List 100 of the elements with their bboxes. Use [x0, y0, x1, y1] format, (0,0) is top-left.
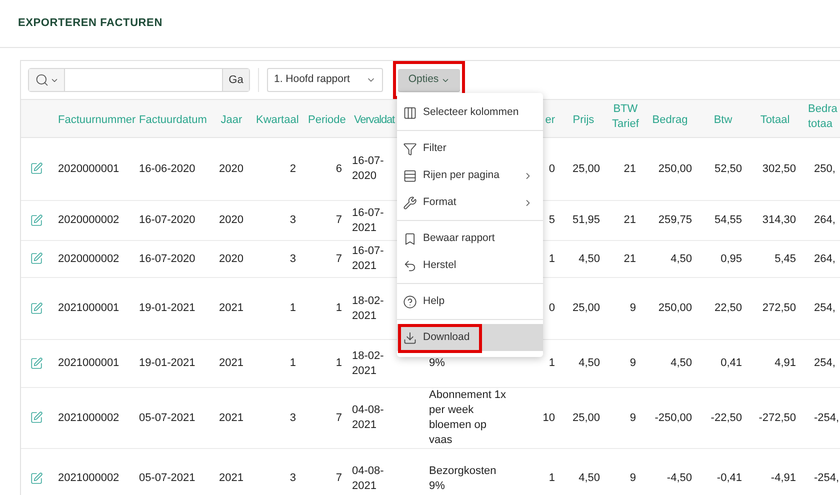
amount-total-cell: -254,	[814, 412, 840, 424]
year-cell: 2021	[219, 412, 244, 424]
price-cell: 4,50	[578, 357, 600, 369]
columns-icon	[403, 106, 417, 120]
year-cell: 2021	[219, 357, 244, 369]
period-cell: 6	[336, 162, 342, 174]
options-button[interactable]: Opties	[398, 68, 460, 92]
edit-icon[interactable]	[30, 252, 43, 266]
edit-icon[interactable]	[30, 162, 43, 176]
price-cell: 4,50	[578, 252, 600, 264]
due-date-cell-text: 16-07-2021	[352, 206, 385, 236]
amount-total-cell: 250,	[814, 162, 836, 174]
column-header[interactable]: Kwartaal	[256, 112, 299, 128]
column-header[interactable]: Factuurdatum	[139, 112, 207, 128]
period-cell: 7	[336, 472, 342, 484]
quarter-cell: 3	[290, 214, 296, 226]
menu-item[interactable]: Selecteer kolommen	[397, 99, 543, 126]
year-cell: 2020	[219, 214, 244, 226]
edit-icon[interactable]	[30, 356, 43, 370]
quarter-cell: 3	[290, 412, 296, 424]
invoice-date-cell: 05-07-2021	[139, 472, 196, 484]
quarter-cell: 1	[290, 302, 296, 314]
amount-total-cell: 254,	[814, 302, 836, 314]
invoice-number-cell: 2020000001	[58, 162, 120, 174]
period-cell: 1	[336, 357, 342, 369]
column-header[interactable]: Bedra totaa	[808, 102, 840, 132]
description-cell: 9%	[429, 357, 445, 369]
vat-rate-cell: 9	[630, 302, 636, 314]
search-button[interactable]	[29, 69, 65, 91]
invoice-date-cell: 19-01-2021	[139, 357, 196, 369]
vat-cell: -0,41	[716, 472, 742, 484]
amount-cell: -4,50	[666, 472, 692, 484]
invoice-date-cell: 05-07-2021	[139, 412, 196, 424]
due-date-cell-text: 18-02-2021	[352, 348, 385, 378]
quantity-cell: 1	[548, 357, 555, 369]
period-cell: 7	[336, 412, 342, 424]
column-header[interactable]: Prijs	[572, 112, 594, 128]
total-cell: 4,91	[774, 357, 796, 369]
column-header[interactable]: Bedrag	[652, 112, 688, 128]
quarter-cell: 3	[290, 472, 296, 484]
total-cell: 314,30	[762, 214, 796, 226]
invoice-date-cell: 16-07-2020	[139, 252, 196, 264]
invoice-number-cell: 2020000002	[58, 214, 120, 226]
menu-item[interactable]: Herstel	[397, 252, 543, 279]
price-cell: 25,00	[572, 412, 600, 424]
due-date-cell-text: 04-08-2021	[352, 464, 385, 494]
invoice-number-cell: 2021000002	[58, 472, 120, 484]
price-cell: 25,00	[572, 162, 600, 174]
amount-total-cell: 264,	[814, 214, 836, 226]
menu-item[interactable]: Rijen per pagina	[397, 162, 543, 189]
column-header[interactable]: Vervaldat	[354, 112, 394, 128]
vat-cell: 22,50	[714, 302, 742, 314]
invoice-number-cell: 2020000002	[58, 252, 120, 264]
vat-rate-cell: 9	[630, 472, 636, 484]
column-header[interactable]: Btw	[714, 112, 732, 128]
price-cell: 51,95	[572, 214, 600, 226]
column-header[interactable]: Totaal	[760, 112, 790, 128]
page-title: EXPORTEREN FACTUREN	[18, 16, 162, 32]
due-date-cell-text: 16-07-2021	[352, 244, 385, 274]
edit-icon[interactable]	[30, 214, 43, 227]
edit-icon[interactable]	[30, 472, 43, 485]
menu-item[interactable]: Bewaar rapport	[397, 225, 543, 252]
quarter-cell: 3	[290, 252, 296, 264]
amount-cell: 250,00	[658, 302, 692, 314]
amount-total-cell: -254,	[814, 472, 840, 484]
total-cell: -4,91	[770, 472, 796, 484]
help-icon	[403, 294, 417, 308]
invoice-number-cell: 2021000001	[58, 357, 120, 369]
wrench-icon	[403, 196, 417, 210]
column-header[interactable]: BTW Tarief	[612, 102, 639, 132]
quantity-cell: 10	[542, 412, 555, 424]
download-icon	[403, 330, 417, 344]
menu-item[interactable]: Filter	[397, 135, 543, 162]
vat-rate-cell: 21	[624, 162, 636, 174]
invoice-date-cell: 16-07-2020	[139, 214, 196, 226]
go-button[interactable]: Ga	[222, 69, 249, 91]
invoice-number-cell: 2021000001	[58, 302, 120, 314]
bookmark-icon	[403, 232, 417, 246]
menu-item[interactable]: Help	[397, 288, 543, 315]
amount-cell: 4,50	[670, 357, 692, 369]
vat-rate-cell: 21	[624, 214, 636, 226]
description-cell: Bezorgkosten 9%	[429, 464, 496, 492]
rows-icon	[403, 168, 417, 182]
column-header[interactable]: Jaar	[220, 112, 242, 128]
edit-icon[interactable]	[30, 411, 43, 424]
report-select[interactable]: 1. Hoofd rapport	[267, 68, 383, 92]
reset-icon	[403, 258, 417, 272]
amount-total-cell: 264,	[814, 252, 836, 264]
amount-cell: 259,75	[658, 214, 692, 226]
invoice-number-cell: 2021000002	[58, 412, 120, 424]
column-header[interactable]: Factuurnummer	[58, 112, 136, 128]
total-cell: 5,45	[774, 252, 796, 264]
column-header[interactable]: er	[545, 112, 555, 128]
menu-item[interactable]: Format	[397, 189, 543, 216]
edit-icon[interactable]	[30, 302, 43, 315]
total-cell: 302,50	[762, 162, 796, 174]
column-header[interactable]: Periode	[308, 112, 346, 128]
amount-cell: -250,00	[654, 412, 692, 424]
amount-cell: 4,50	[670, 252, 692, 264]
due-date-cell-text: 04-08-2021	[352, 403, 385, 433]
